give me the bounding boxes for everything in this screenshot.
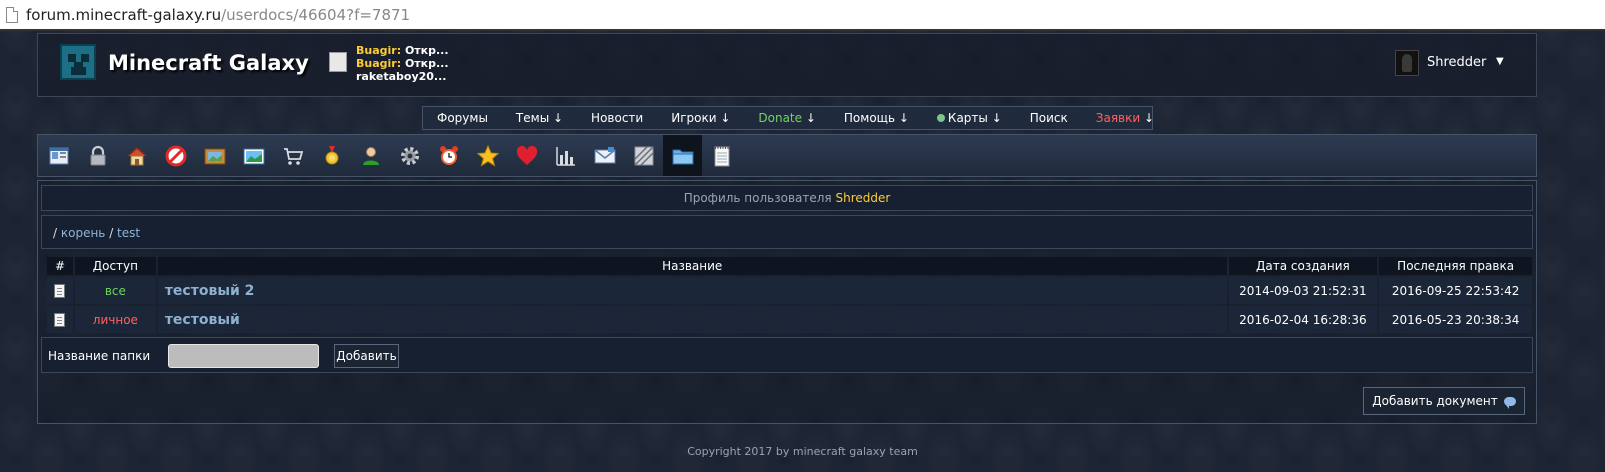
bar-chart-icon[interactable]	[546, 135, 585, 176]
envelope-icon[interactable]	[585, 135, 624, 176]
texture-icon[interactable]	[624, 135, 663, 176]
access-cell: все	[74, 277, 156, 304]
document-icon	[54, 283, 66, 298]
profile-heading: Профиль пользователя Shredder	[41, 185, 1533, 211]
main-panel: Профиль пользователя Shredder / корень /…	[37, 180, 1537, 424]
gear-icon[interactable]	[390, 135, 429, 176]
column-header-created: Дата создания	[1228, 257, 1378, 275]
landscape-icon[interactable]	[234, 135, 273, 176]
picture-frame-icon[interactable]	[195, 135, 234, 176]
notepad-icon[interactable]	[702, 135, 741, 176]
main-nav: Форумы Темы ↓ Новости Игроки ↓ Donate ↓ …	[422, 106, 1154, 130]
site-header: Minecraft Galaxy Buagir: Откр... Buagir:…	[37, 33, 1537, 97]
table-header-row: # Доступ Название Дата создания Последня…	[47, 257, 1532, 275]
recent-activity[interactable]: Buagir: Откр... Buagir: Откр... raketabo…	[356, 44, 449, 83]
user-icon[interactable]	[351, 135, 390, 176]
home-icon[interactable]	[117, 135, 156, 176]
nav-item-topics[interactable]: Темы ↓	[502, 111, 577, 125]
column-header-modified: Последняя правка	[1379, 257, 1532, 275]
add-document-button[interactable]: Добавить документ	[1363, 387, 1525, 415]
heart-icon[interactable]	[507, 135, 546, 176]
nav-item-search[interactable]: Поиск	[1016, 111, 1082, 125]
created-cell: 2014-09-03 21:52:31	[1228, 277, 1378, 304]
alarm-clock-icon[interactable]	[429, 135, 468, 176]
created-cell: 2016-02-04 16:28:36	[1228, 306, 1378, 333]
folder-icon[interactable]	[663, 135, 702, 176]
lock-icon[interactable]	[78, 135, 117, 176]
column-header-title: Название	[157, 257, 1227, 275]
nav-item-maps[interactable]: Карты ↓	[923, 111, 1016, 125]
column-header-num: #	[47, 257, 73, 275]
document-title-link[interactable]: тестовый	[165, 312, 240, 328]
nav-item-applications[interactable]: Заявки ↓	[1082, 111, 1168, 125]
speech-bubble-icon	[1503, 396, 1516, 409]
profile-toolbar	[37, 134, 1537, 177]
contact-card-icon[interactable]	[39, 135, 78, 176]
add-folder-button[interactable]: Добавить	[334, 344, 399, 368]
modified-cell: 2016-05-23 20:38:34	[1379, 306, 1532, 333]
access-cell: личное	[74, 306, 156, 333]
address-bar[interactable]: forum.minecraft-galaxy.ru/userdocs/46604…	[0, 0, 1605, 31]
documents-table: # Доступ Название Дата создания Последня…	[45, 255, 1534, 335]
page-icon	[6, 6, 18, 23]
breadcrumb-current-link[interactable]: test	[117, 226, 140, 240]
folder-name-input[interactable]	[168, 344, 319, 368]
document-title-link[interactable]: тестовый 2	[165, 283, 255, 299]
nav-item-players[interactable]: Игроки ↓	[657, 111, 744, 125]
nav-item-news[interactable]: Новости	[577, 111, 657, 125]
modified-cell: 2016-09-25 22:53:42	[1379, 277, 1532, 304]
medal-icon[interactable]	[312, 135, 351, 176]
nav-item-donate[interactable]: Donate ↓	[744, 111, 830, 125]
breadcrumb: / корень / test	[41, 215, 1533, 249]
globe-icon	[936, 114, 945, 122]
new-folder-form: Название папки Добавить	[41, 337, 1533, 373]
url-path: /userdocs/46604?f=7871	[221, 5, 411, 24]
avatar[interactable]	[1395, 50, 1419, 76]
breadcrumb-root-link[interactable]: корень	[61, 226, 106, 240]
activity-item[interactable]: Buagir: Откр...	[356, 57, 449, 70]
site-title[interactable]: Minecraft Galaxy	[108, 51, 309, 75]
folder-name-label: Название папки	[48, 349, 151, 363]
cart-icon[interactable]	[273, 135, 312, 176]
star-icon[interactable]	[468, 135, 507, 176]
user-menu-name[interactable]: Shredder	[1427, 55, 1486, 70]
profile-user-link[interactable]: Shredder	[835, 191, 890, 205]
chevron-down-icon[interactable]: ▼	[1496, 56, 1504, 67]
url-host: forum.minecraft-galaxy.ru	[26, 5, 222, 24]
ban-icon[interactable]	[156, 135, 195, 176]
nav-item-help[interactable]: Помощь ↓	[830, 111, 923, 125]
footer-copyright: Copyright 2017 by minecraft galaxy team	[687, 445, 918, 458]
activity-item[interactable]: raketaboy20...	[356, 70, 449, 83]
creeper-logo-icon[interactable]	[60, 44, 96, 80]
broken-image-icon	[329, 52, 347, 72]
column-header-access: Доступ	[74, 257, 156, 275]
activity-item[interactable]: Buagir: Откр...	[356, 44, 449, 57]
nav-item-forums[interactable]: Форумы	[423, 111, 502, 125]
table-row[interactable]: личное тестовый 2016-02-04 16:28:36 2016…	[47, 306, 1532, 333]
table-row[interactable]: все тестовый 2 2014-09-03 21:52:31 2016-…	[47, 277, 1532, 304]
document-icon	[54, 312, 66, 327]
